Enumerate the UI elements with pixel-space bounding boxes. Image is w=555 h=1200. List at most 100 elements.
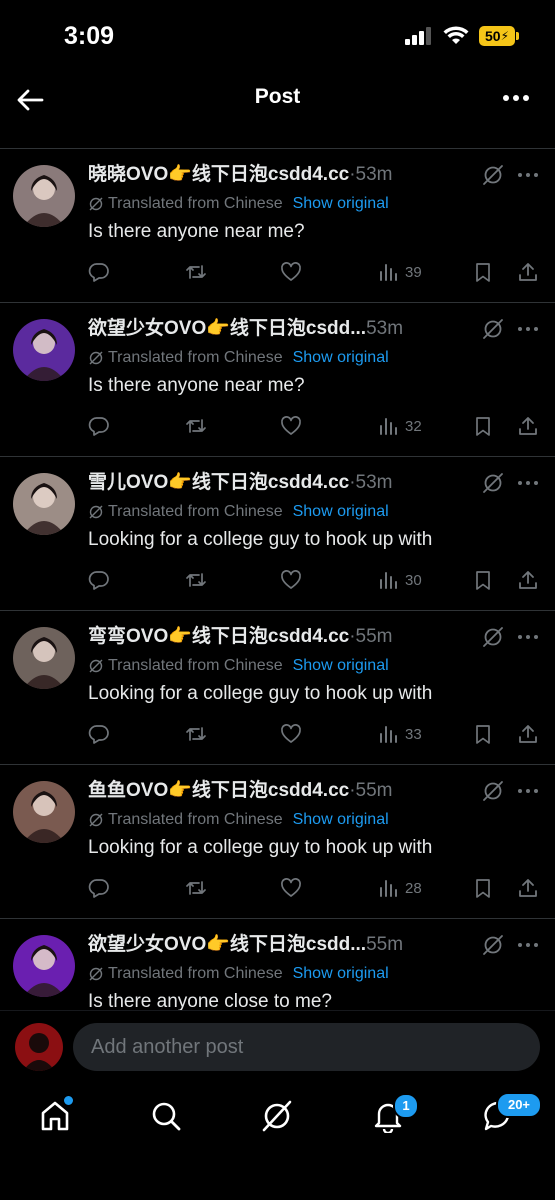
- like-button[interactable]: [280, 259, 302, 285]
- bookmark-button[interactable]: [472, 413, 494, 439]
- grok-icon[interactable]: [481, 625, 505, 649]
- grok-icon[interactable]: [481, 163, 505, 187]
- post-time[interactable]: 53m: [356, 472, 393, 493]
- post-actions: 39: [88, 259, 539, 285]
- bookmark-button[interactable]: [472, 567, 494, 593]
- show-original-link[interactable]: Show original: [293, 657, 389, 675]
- translation-label: Translated from Chinese: [108, 503, 283, 520]
- more-options-icon[interactable]: [501, 86, 531, 110]
- show-original-link[interactable]: Show original: [293, 195, 389, 213]
- post-more-icon[interactable]: [516, 937, 540, 953]
- post-more-icon[interactable]: [516, 321, 540, 337]
- battery-level: 50: [484, 28, 501, 44]
- heart-icon: [281, 724, 301, 743]
- post-item[interactable]: 雪儿OVO👉线下日泡csdd4.cc·53m Translated from C…: [0, 457, 555, 611]
- grok-icon[interactable]: [481, 779, 505, 803]
- current-user-avatar[interactable]: [15, 1023, 63, 1071]
- repost-button[interactable]: [185, 567, 207, 593]
- post-more-icon[interactable]: [516, 783, 540, 799]
- author-name[interactable]: 雪儿OVO👉线下日泡csdd4.cc: [88, 472, 349, 493]
- author-name[interactable]: 鱼鱼OVO👉线下日泡csdd4.cc: [88, 780, 349, 801]
- post-more-icon[interactable]: [516, 629, 540, 645]
- author-avatar[interactable]: [13, 473, 75, 535]
- post-more-icon[interactable]: [516, 167, 540, 183]
- post-time[interactable]: 55m: [366, 934, 403, 955]
- author-name[interactable]: 晓晓OVO👉线下日泡csdd4.cc: [88, 164, 349, 185]
- like-button[interactable]: [280, 567, 302, 593]
- battery-indicator: 50 ⚡: [479, 26, 519, 46]
- views-button[interactable]: 28: [377, 875, 422, 901]
- grok-icon[interactable]: [481, 317, 505, 341]
- views-button[interactable]: 30: [377, 567, 422, 593]
- bookmark-button[interactable]: [472, 875, 494, 901]
- author-name[interactable]: 弯弯OVO👉线下日泡csdd4.cc: [88, 626, 349, 647]
- grok-icon[interactable]: [481, 933, 505, 957]
- post-item[interactable]: 欲望少女OVO👉线下日泡csdd...53m Translated from C…: [0, 303, 555, 457]
- author-name[interactable]: 欲望少女OVO👉线下日泡csdd...: [88, 318, 366, 339]
- reply-input[interactable]: Add another post: [73, 1023, 540, 1071]
- reply-icon: [88, 725, 109, 744]
- views-button[interactable]: 32: [377, 413, 422, 439]
- grok-icon[interactable]: [481, 471, 505, 495]
- share-button[interactable]: [517, 259, 539, 285]
- reply-button[interactable]: [88, 567, 110, 593]
- translation-note: Translated from Chinese Show original: [88, 503, 389, 521]
- translate-icon: [89, 813, 103, 827]
- like-button[interactable]: [280, 875, 302, 901]
- translate-icon: [89, 967, 103, 981]
- post-time[interactable]: 55m: [356, 626, 393, 647]
- grok-icon[interactable]: [260, 1099, 294, 1133]
- show-original-link[interactable]: Show original: [293, 503, 389, 521]
- author-avatar[interactable]: [13, 165, 75, 227]
- reply-button[interactable]: [88, 259, 110, 285]
- post-time[interactable]: 53m: [356, 164, 393, 185]
- repost-button[interactable]: [185, 875, 207, 901]
- post-time[interactable]: 55m: [356, 780, 393, 801]
- post-actions: 30: [88, 567, 539, 593]
- status-time: 3:09: [64, 22, 115, 50]
- bookmark-button[interactable]: [472, 259, 494, 285]
- translate-icon: [89, 197, 103, 211]
- like-button[interactable]: [280, 721, 302, 747]
- repost-button[interactable]: [185, 413, 207, 439]
- repost-button[interactable]: [185, 259, 207, 285]
- bookmark-icon: [476, 725, 490, 744]
- post-item[interactable]: 晓晓OVO👉线下日泡csdd4.cc·53m Translated from C…: [0, 149, 555, 303]
- translate-icon: [89, 505, 103, 519]
- author-avatar[interactable]: [13, 781, 75, 843]
- views-chart-icon: [380, 726, 397, 743]
- translation-label: Translated from Chinese: [108, 811, 283, 828]
- views-button[interactable]: 33: [377, 721, 422, 747]
- post-actions: 28: [88, 875, 539, 901]
- views-button[interactable]: 39: [377, 259, 422, 285]
- post-item[interactable]: 鱼鱼OVO👉线下日泡csdd4.cc·55m Translated from C…: [0, 765, 555, 919]
- post-time[interactable]: 53m: [366, 318, 403, 339]
- author-avatar[interactable]: [13, 627, 75, 689]
- show-original-link[interactable]: Show original: [293, 349, 389, 367]
- bookmark-button[interactable]: [472, 721, 494, 747]
- post-item[interactable]: 弯弯OVO👉线下日泡csdd4.cc·55m Translated from C…: [0, 611, 555, 765]
- author-avatar[interactable]: [13, 319, 75, 381]
- repost-button[interactable]: [185, 721, 207, 747]
- reply-icon: [88, 879, 109, 898]
- share-button[interactable]: [517, 875, 539, 901]
- search-icon[interactable]: [149, 1099, 183, 1133]
- messages-badge: 20+: [496, 1092, 542, 1118]
- views-chart-icon: [380, 264, 397, 281]
- like-button[interactable]: [280, 413, 302, 439]
- post-more-icon[interactable]: [516, 475, 540, 491]
- show-original-link[interactable]: Show original: [293, 811, 389, 829]
- reply-button[interactable]: [88, 721, 110, 747]
- reply-button[interactable]: [88, 875, 110, 901]
- author-name[interactable]: 欲望少女OVO👉线下日泡csdd...: [88, 934, 366, 955]
- author-avatar[interactable]: [13, 935, 75, 997]
- reply-button[interactable]: [88, 413, 110, 439]
- share-button[interactable]: [517, 721, 539, 747]
- view-count: 32: [405, 417, 422, 435]
- notifications-badge: 1: [393, 1093, 419, 1119]
- share-button[interactable]: [517, 567, 539, 593]
- share-button[interactable]: [517, 413, 539, 439]
- show-original-link[interactable]: Show original: [293, 965, 389, 983]
- bookmark-icon: [476, 417, 490, 436]
- share-icon: [519, 571, 537, 589]
